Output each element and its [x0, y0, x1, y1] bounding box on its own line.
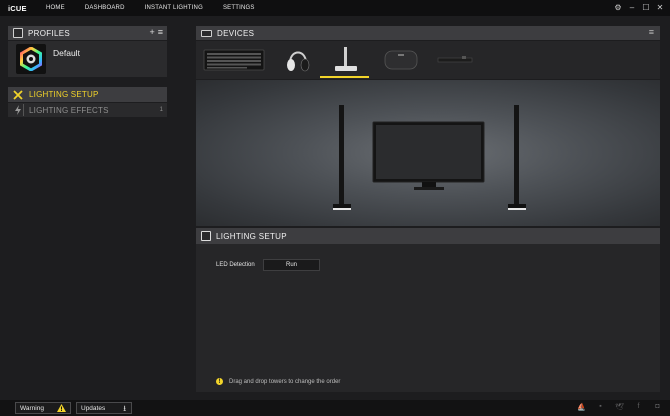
effects-count: 1	[159, 107, 163, 113]
warning-icon	[57, 404, 66, 414]
info-icon: !	[216, 378, 223, 385]
profiles-menu-button[interactable]: ≡	[158, 27, 163, 37]
device-strip	[196, 41, 660, 79]
mousepad-device[interactable]	[382, 41, 420, 79]
edit-icon	[201, 231, 211, 241]
sidebar-item-lighting-effects[interactable]: LIGHTING EFFECTS 1	[8, 103, 167, 117]
profiles-header: PROFILES + ≡	[8, 26, 167, 40]
wrench-icon	[12, 89, 24, 101]
footer-bar: Warning Updates ⭳ ⛵ ▪ 🕊 f ◘	[0, 400, 670, 416]
maximize-button[interactable]: ☐	[642, 2, 650, 13]
selected-device-indicator	[320, 76, 369, 78]
nav-home[interactable]: HOME	[46, 5, 65, 11]
updates-button[interactable]: Updates ⭳	[76, 402, 132, 414]
headset-device[interactable]	[284, 41, 312, 79]
nav-instant-lighting[interactable]: INSTANT LIGHTING	[145, 5, 203, 11]
close-button[interactable]: ✕	[656, 2, 664, 13]
devices-header: DEVICES ≡	[196, 26, 660, 40]
sensor-bar-device[interactable]	[434, 41, 476, 79]
profiles-title: PROFILES	[28, 28, 70, 38]
sidebar-item-label: LIGHTING EFFECTS	[29, 105, 109, 115]
icue-profile-icon	[16, 44, 46, 74]
profiles-icon	[13, 28, 23, 38]
twitter-icon[interactable]: 🕊	[615, 403, 624, 411]
updates-label: Updates	[81, 404, 106, 412]
title-bar: iCUE HOME DASHBOARD INSTANT LIGHTING SET…	[0, 0, 670, 16]
corsair-icon[interactable]: ⛵	[577, 403, 586, 411]
app-logo: iCUE	[8, 3, 27, 13]
lighting-setup-header: LIGHTING SETUP	[196, 228, 660, 244]
warning-button[interactable]: Warning	[15, 402, 71, 414]
lightning-icon	[12, 104, 24, 116]
sidebar-item-lighting-setup[interactable]: LIGHTING SETUP	[8, 87, 167, 102]
profile-item-default[interactable]: Default	[8, 41, 167, 77]
profile-name: Default	[53, 48, 80, 58]
right-tower[interactable]	[508, 105, 526, 210]
keyboard-device[interactable]	[202, 41, 266, 79]
lighting-node-device[interactable]	[322, 41, 370, 79]
instagram-icon[interactable]: ◘	[653, 403, 662, 411]
facebook-icon[interactable]: f	[634, 403, 643, 411]
window-controls: ⚙ – ☐ ✕	[614, 2, 664, 13]
run-button[interactable]: Run	[263, 259, 320, 271]
keyboard-header-icon	[201, 29, 212, 37]
minimize-button[interactable]: –	[628, 2, 636, 13]
warning-label: Warning	[20, 404, 44, 412]
device-preview	[196, 80, 660, 226]
order-hint: ! Drag and drop towers to change the ord…	[216, 378, 340, 385]
lighting-setup-panel: LED Detection Run ! Drag and drop towers…	[196, 244, 660, 392]
hint-text: Drag and drop towers to change the order	[229, 378, 341, 385]
nav-dashboard[interactable]: DASHBOARD	[85, 5, 125, 11]
download-icon: ⭳	[123, 404, 126, 413]
devices-title: DEVICES	[217, 28, 255, 38]
settings-icon[interactable]: ⚙	[614, 2, 622, 13]
main-nav: HOME DASHBOARD INSTANT LIGHTING SETTINGS	[46, 5, 275, 11]
left-tower[interactable]	[333, 105, 351, 210]
led-detection-label: LED Detection	[216, 262, 255, 268]
sidebar-item-label: LIGHTING SETUP	[29, 90, 99, 99]
nav-settings[interactable]: SETTINGS	[223, 5, 255, 11]
chat-icon[interactable]: ▪	[596, 403, 605, 411]
add-profile-button[interactable]: +	[149, 27, 154, 37]
social-icons: ⛵ ▪ 🕊 f ◘	[577, 403, 662, 411]
lighting-setup-title: LIGHTING SETUP	[216, 231, 287, 241]
monitor-illustration	[372, 121, 485, 190]
devices-menu-icon[interactable]: ≡	[649, 27, 654, 37]
